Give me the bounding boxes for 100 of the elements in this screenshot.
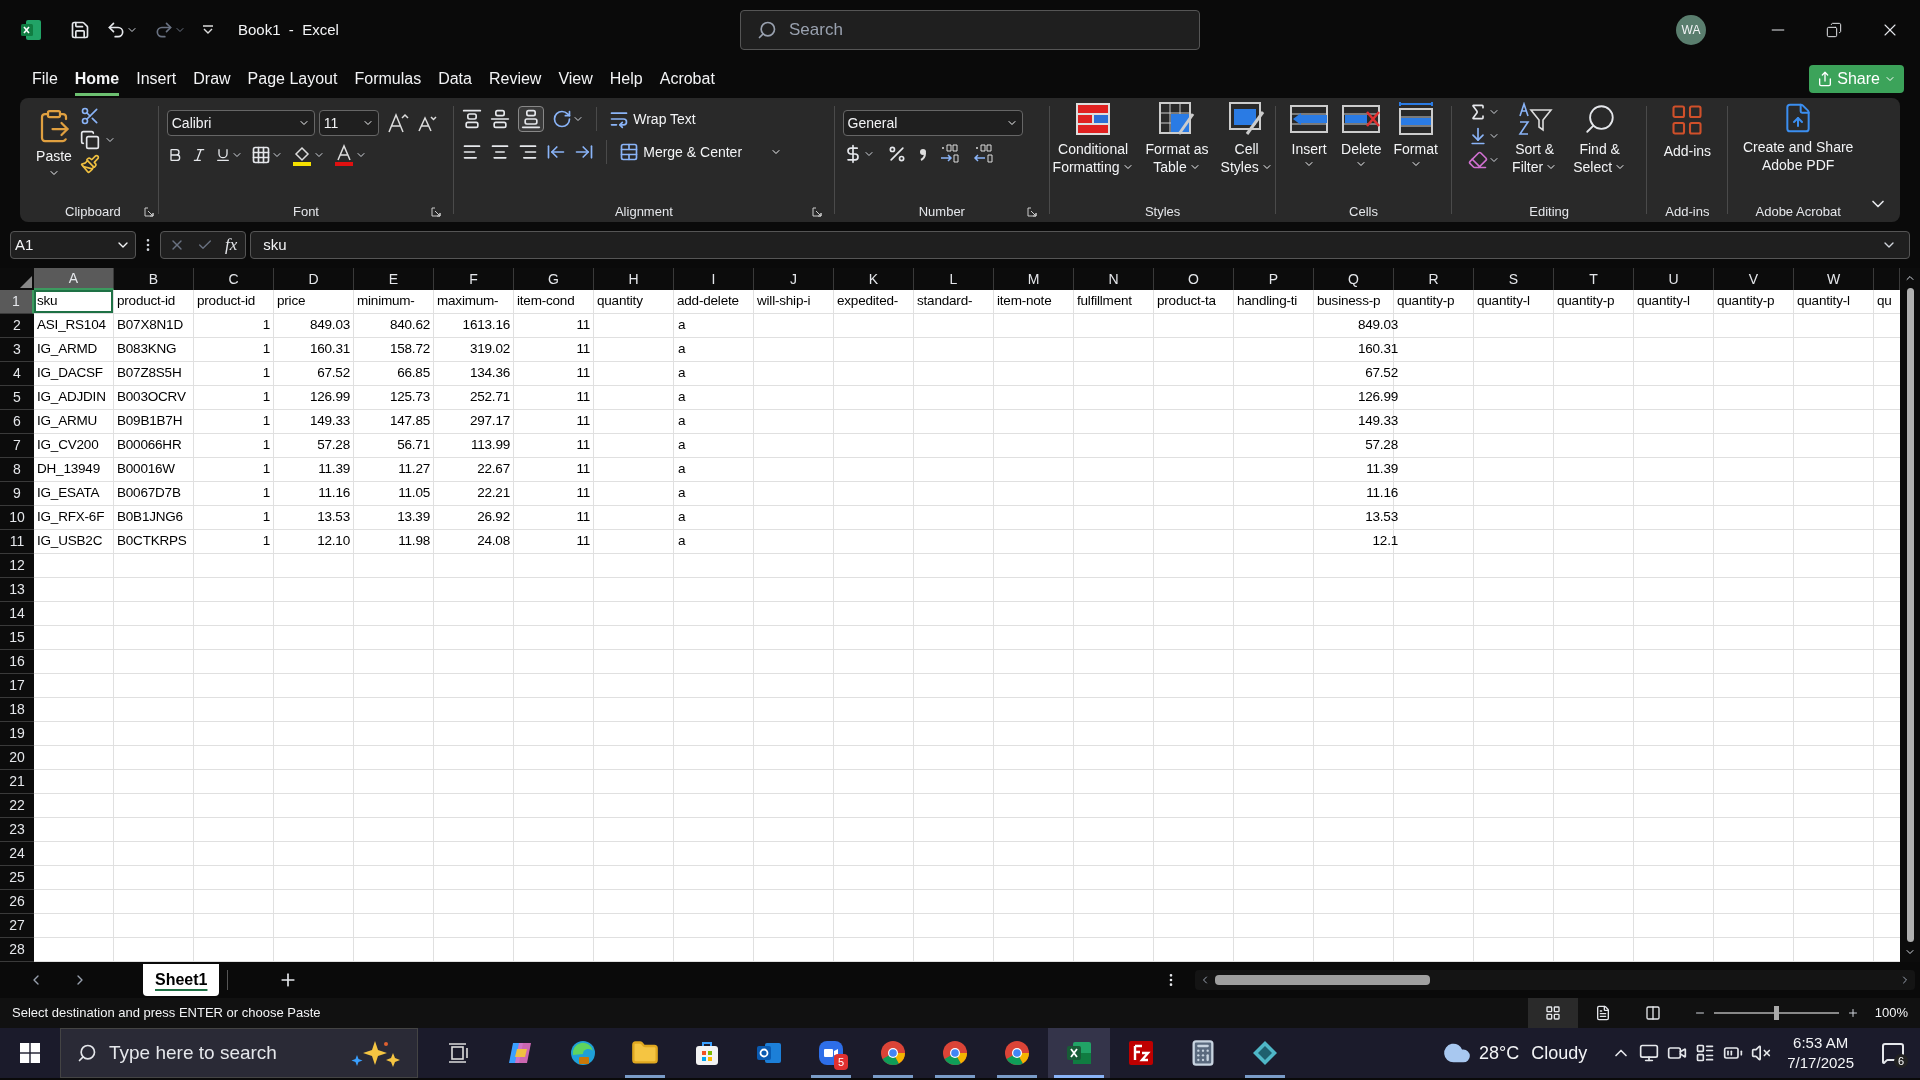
table-cell[interactable]: 1613.16	[434, 314, 513, 337]
table-cell[interactable]: a	[675, 506, 754, 529]
menu-tab[interactable]: Page Layout	[247, 62, 338, 96]
row-header[interactable]: 15	[0, 626, 34, 650]
task-view-icon[interactable]	[448, 1042, 470, 1064]
table-cell[interactable]: price	[274, 290, 353, 313]
dialog-launcher-icon[interactable]	[431, 207, 442, 217]
row-header[interactable]: 11	[0, 530, 34, 554]
row-header[interactable]: 23	[0, 818, 34, 842]
table-cell[interactable]: a	[675, 314, 754, 337]
view-button[interactable]	[1527, 998, 1578, 1028]
increase-indent-icon[interactable]	[574, 142, 595, 162]
column-header[interactable]: A	[34, 268, 114, 290]
table-cell[interactable]: 297.17	[434, 410, 513, 433]
comma-style-icon[interactable]	[918, 146, 927, 162]
table-cell[interactable]: 57.28	[274, 434, 353, 457]
row-header[interactable]: 1	[0, 290, 34, 314]
ribbon-button[interactable]: Create and Share Adobe PDF	[1738, 98, 1858, 202]
table-cell[interactable]: 1	[194, 386, 273, 409]
menu-tab[interactable]: File	[32, 62, 58, 96]
table-cell[interactable]: 840.62	[354, 314, 433, 337]
row-header[interactable]: 5	[0, 386, 34, 410]
paintbrush-icon[interactable]	[80, 154, 100, 174]
table-cell[interactable]: B083KNG	[114, 338, 193, 361]
row-header[interactable]: 10	[0, 506, 34, 530]
menu-tab[interactable]: Formulas	[354, 62, 422, 96]
table-cell[interactable]: business-p	[1314, 290, 1393, 313]
table-cell[interactable]: maximum-	[434, 290, 513, 313]
folder-icon[interactable]	[631, 1039, 659, 1067]
table-cell[interactable]: 12.1	[1322, 530, 1401, 553]
table-cell[interactable]: qu	[1874, 290, 1899, 313]
table-cell[interactable]: a	[675, 338, 754, 361]
table-cell[interactable]: 11	[514, 506, 593, 529]
menu-tab[interactable]: Data	[438, 62, 472, 96]
scrollbar-thumb[interactable]	[1215, 975, 1431, 985]
row-header[interactable]: 26	[0, 890, 34, 914]
table-cell[interactable]: a	[675, 410, 754, 433]
table-cell[interactable]: item-note	[994, 290, 1073, 313]
table-cell[interactable]: 252.71	[434, 386, 513, 409]
row-header[interactable]: 21	[0, 770, 34, 794]
menu-tab[interactable]: Draw	[193, 62, 231, 96]
table-cell[interactable]: sku	[34, 290, 113, 313]
borders-icon[interactable]	[250, 145, 271, 165]
table-cell[interactable]: 158.72	[354, 338, 433, 361]
table-cell[interactable]: IG_DACSF	[34, 362, 113, 385]
table-cell[interactable]: 13.39	[354, 506, 433, 529]
table-cell[interactable]: 11	[514, 410, 593, 433]
table-cell[interactable]: 11.16	[274, 482, 353, 505]
table-cell[interactable]: 160.31	[274, 338, 353, 361]
row-header[interactable]: 22	[0, 794, 34, 818]
align-right-icon[interactable]	[518, 142, 539, 162]
table-cell[interactable]: a	[675, 482, 754, 505]
decrease-decimal-icon[interactable]	[972, 144, 995, 164]
top-align-icon[interactable]	[462, 109, 483, 129]
table-cell[interactable]: product-id	[114, 290, 193, 313]
zoom-in-icon[interactable]	[1846, 1007, 1859, 1019]
merge-center-button[interactable]: Merge & Center	[619, 141, 783, 163]
table-cell[interactable]: 147.85	[354, 410, 433, 433]
table-cell[interactable]: DH_13949	[34, 458, 113, 481]
table-cell[interactable]: fulfillment	[1074, 290, 1153, 313]
scrollbar-thumb[interactable]	[1906, 288, 1914, 942]
table-cell[interactable]: 126.99	[1322, 386, 1401, 409]
table-cell[interactable]: 849.03	[274, 314, 353, 337]
table-cell[interactable]: product-id	[194, 290, 273, 313]
copy-icon[interactable]	[80, 130, 100, 150]
table-cell[interactable]: B003OCRV	[114, 386, 193, 409]
table-cell[interactable]: a	[675, 386, 754, 409]
weather-widget[interactable]: 28°C Cloudy	[1435, 1039, 1596, 1067]
dialog-launcher-icon[interactable]	[143, 207, 154, 217]
menu-tab[interactable]: Insert	[136, 62, 177, 96]
table-cell[interactable]: 1	[194, 314, 273, 337]
font-color-icon[interactable]	[332, 144, 355, 166]
ribbon-button[interactable]: Add-ins	[1659, 98, 1716, 202]
align-left-icon[interactable]	[462, 142, 483, 162]
table-cell[interactable]: IG_RFX-6F	[34, 506, 113, 529]
table-cell[interactable]: quantity	[594, 290, 673, 313]
table-cell[interactable]: standard-	[914, 290, 993, 313]
paste-button[interactable]: Paste	[36, 106, 72, 179]
bottom-align-icon[interactable]	[518, 106, 545, 132]
row-header[interactable]: 3	[0, 338, 34, 362]
row-header[interactable]: 27	[0, 914, 34, 938]
row-header[interactable]: 9	[0, 482, 34, 506]
table-cell[interactable]: quantity-l	[1794, 290, 1873, 313]
row-header[interactable]: 8	[0, 458, 34, 482]
ribbon-button[interactable]: Conditional Formatting	[1048, 98, 1138, 202]
row-header[interactable]: 4	[0, 362, 34, 386]
menu-tab[interactable]: Help	[609, 62, 643, 96]
table-cell[interactable]: 11	[514, 482, 593, 505]
table-cell[interactable]: 11.16	[1322, 482, 1401, 505]
save-icon[interactable]	[70, 20, 90, 40]
table-cell[interactable]: a	[675, 434, 754, 457]
middle-align-icon[interactable]	[490, 109, 511, 129]
diamond-icon[interactable]	[1251, 1039, 1279, 1067]
table-cell[interactable]: 13.53	[1322, 506, 1401, 529]
spreadsheet-app-icon[interactable]	[1065, 1039, 1093, 1067]
select-all-icon[interactable]	[20, 276, 32, 288]
table-cell[interactable]: 149.33	[1322, 410, 1401, 433]
row-header[interactable]: 19	[0, 722, 34, 746]
table-cell[interactable]: IG_USB2C	[34, 530, 113, 553]
mute-icon[interactable]	[1751, 1043, 1772, 1063]
